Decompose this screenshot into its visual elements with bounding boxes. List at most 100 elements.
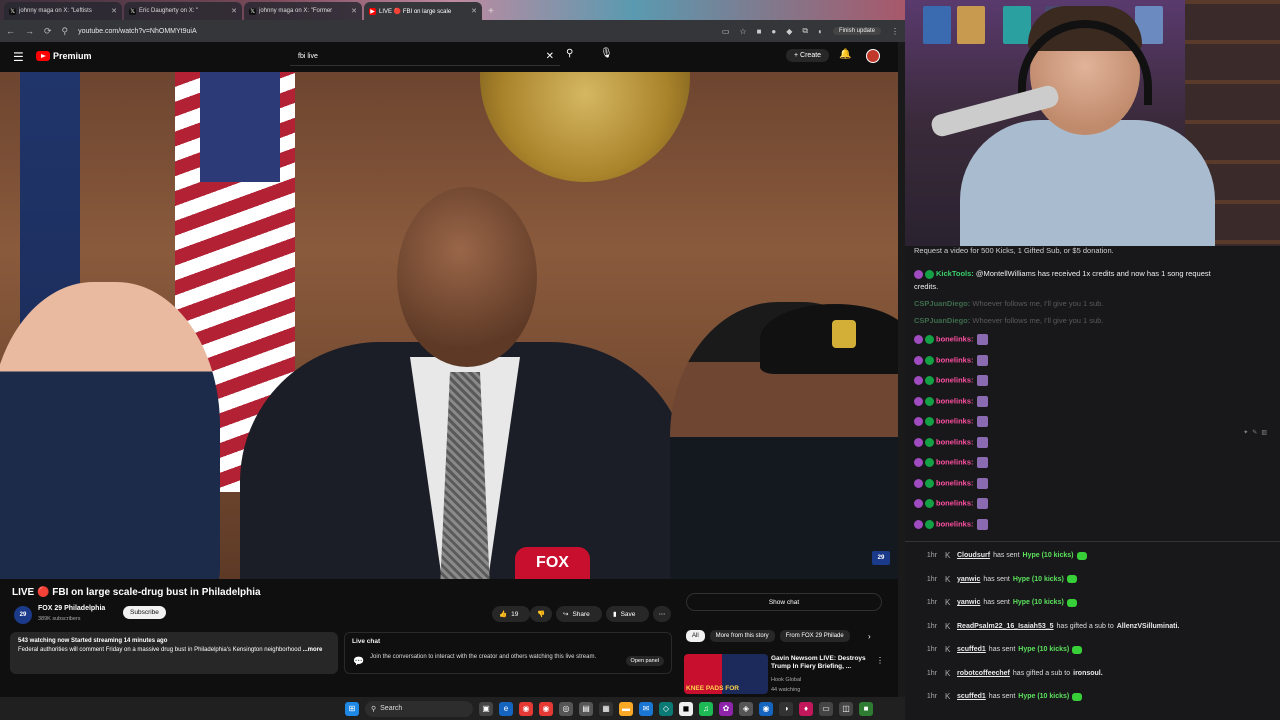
app-icon[interactable]: ✿ [719, 701, 733, 716]
app-icon[interactable]: ♦ [799, 701, 813, 716]
event-user[interactable]: Cloudsurf [957, 552, 990, 559]
event-user[interactable]: robotcoffeechef [957, 670, 1010, 677]
show-chat-button[interactable]: Show chat [686, 593, 882, 611]
thumbnail-caption: KNEE PADS FOR [686, 685, 739, 692]
chrome-icon[interactable]: ◉ [519, 701, 533, 716]
like-button[interactable]: 👍 19 [492, 606, 530, 622]
open-panel-button[interactable]: Open panel [625, 656, 664, 666]
folder-icon[interactable]: ▬ [619, 701, 633, 716]
back-icon[interactable]: ← [6, 26, 15, 36]
youtube-logo[interactable]: Premium [36, 51, 92, 61]
video-player[interactable]: FOX [0, 72, 898, 579]
account-avatar[interactable] [866, 49, 880, 63]
close-icon[interactable]: ✕ [111, 7, 117, 15]
extensions-puzzle-icon[interactable]: ⧉ [802, 26, 808, 36]
show-more-link[interactable]: ...more [303, 647, 323, 653]
app-icon[interactable]: ▭ [819, 701, 833, 716]
create-button[interactable]: + Create [786, 49, 830, 62]
kebab-menu-icon[interactable]: ⋮ [891, 27, 899, 36]
chat-username[interactable]: bonelinks: [936, 355, 974, 364]
description-box[interactable]: 543 watching now Started streaming 14 mi… [10, 632, 338, 674]
chat-username[interactable]: bonelinks: [936, 457, 974, 466]
hamburger-menu-icon[interactable]: ☰ [13, 50, 24, 64]
close-icon[interactable]: ✕ [351, 7, 357, 15]
cast-icon[interactable]: ▭ [722, 27, 730, 36]
chrome-icon[interactable]: ◉ [539, 701, 553, 716]
clear-search-icon[interactable]: ✕ [546, 51, 554, 62]
finish-update-button[interactable]: Finish update [832, 27, 881, 35]
task-view-icon[interactable]: ▣ [479, 701, 493, 716]
page-scrollbar[interactable] [898, 42, 905, 697]
url-field[interactable]: youtube.com/watch?v=NhOMMYt9uiA [78, 28, 196, 35]
channel-avatar[interactable]: 29 [14, 606, 32, 624]
app-icon[interactable]: ◑ [779, 701, 793, 716]
chevron-right-icon[interactable]: › [868, 632, 871, 641]
search-icon[interactable]: ⚲ [566, 48, 573, 59]
chip-all[interactable]: All [686, 630, 705, 642]
app-icon[interactable]: ◈ [739, 701, 753, 716]
chip-more-from-story[interactable]: More from this story [709, 630, 775, 642]
channel-name[interactable]: FOX 29 Philadelphia [38, 605, 105, 612]
tab-label: johnny maga on X: "Former [259, 8, 333, 14]
app-icon[interactable]: ▤ [579, 701, 593, 716]
extension-icon[interactable]: ● [771, 27, 776, 36]
browser-tab[interactable]: 𝕏johnny maga on X: "Leftists ✕ [4, 2, 122, 20]
notifications-bell-icon[interactable]: 🔔 [839, 49, 851, 60]
share-button[interactable]: ↪ Share [556, 606, 602, 622]
browser-tab[interactable]: 𝕏johnny maga on X: "Former ✕ [244, 2, 362, 20]
app-icon[interactable]: ◫ [839, 701, 853, 716]
chat-username[interactable]: bonelinks: [936, 334, 974, 343]
event-user[interactable]: scuffed1 [957, 693, 986, 700]
new-tab-button[interactable]: + [484, 2, 498, 20]
chat-username[interactable]: bonelinks: [936, 498, 974, 507]
chat-username[interactable]: bonelinks: [936, 375, 974, 384]
kebab-menu-icon[interactable]: ⋮ [876, 656, 884, 665]
event-user[interactable]: yanwic [957, 576, 980, 583]
taskbar-search[interactable]: ⚲ Search [365, 700, 473, 717]
forward-icon[interactable]: → [25, 26, 34, 36]
event-user[interactable]: scuffed1 [957, 646, 986, 653]
subscribe-button[interactable]: Subscribe [123, 606, 166, 619]
spotify-icon[interactable]: ♫ [699, 701, 713, 716]
extension-icon[interactable]: ◆ [786, 27, 792, 36]
bookmark-star-icon[interactable]: ☆ [739, 27, 746, 36]
edge-icon[interactable]: e [499, 701, 513, 716]
microphone-icon[interactable]: 🎙 [600, 48, 613, 59]
app-icon[interactable]: ✉ [639, 701, 653, 716]
app-icon[interactable]: ■ [859, 701, 873, 716]
chat-username[interactable]: KickTools: [936, 269, 974, 278]
recommendation-thumbnail[interactable]: KNEE PADS FOR [684, 654, 768, 694]
chat-username[interactable]: bonelinks: [936, 396, 974, 405]
close-icon[interactable]: ✕ [231, 7, 237, 15]
extension-icon[interactable]: ■ [757, 27, 762, 36]
chat-username[interactable]: bonelinks: [936, 519, 974, 528]
chat-username[interactable]: CSPJuanDiego: [914, 316, 970, 325]
recommendation-title[interactable]: Gavin Newsom LIVE: Destroys Trump In Fie… [771, 655, 871, 671]
event-user[interactable]: yanwic [957, 599, 980, 606]
search-input[interactable]: fbi live ✕ [290, 48, 560, 66]
event-action: has gifted a sub to [1056, 622, 1114, 630]
chat-controls[interactable]: ✦✎▥ [1243, 429, 1271, 436]
more-actions-button[interactable]: ⋯ [653, 606, 671, 622]
app-icon[interactable]: ▦ [599, 701, 613, 716]
description-text: Federal authorities will comment Friday … [18, 647, 301, 653]
app-icon[interactable]: ◎ [559, 701, 573, 716]
dislike-button[interactable]: 👎 [530, 606, 552, 622]
profile-icon[interactable]: ◐ [818, 27, 823, 36]
site-info-icon[interactable]: ⚲ [62, 26, 69, 37]
reload-icon[interactable]: ⟳ [44, 26, 52, 37]
chat-username[interactable]: bonelinks: [936, 437, 974, 446]
app-icon[interactable]: ◇ [659, 701, 673, 716]
app-icon[interactable]: ◼ [679, 701, 693, 716]
windows-start-icon[interactable]: ⊞ [345, 701, 359, 716]
save-button[interactable]: ▮ Save [606, 606, 649, 622]
browser-tab-active[interactable]: ▶ LIVE 🔴 FBI on large scale ✕ [364, 2, 482, 20]
app-icon[interactable]: ◉ [759, 701, 773, 716]
chat-username[interactable]: bonelinks: [936, 478, 974, 487]
event-user[interactable]: ReadPsalm22_16_Isaiah53_5 [957, 623, 1054, 630]
chat-username[interactable]: bonelinks: [936, 416, 974, 425]
chip-from-fox29[interactable]: From FOX 29 Philade [779, 630, 850, 642]
close-icon[interactable]: ✕ [471, 7, 477, 15]
browser-tab[interactable]: 𝕏 Eric Daugherty on X: " ✕ [124, 2, 242, 20]
chat-username[interactable]: CSPJuanDiego: [914, 299, 970, 308]
